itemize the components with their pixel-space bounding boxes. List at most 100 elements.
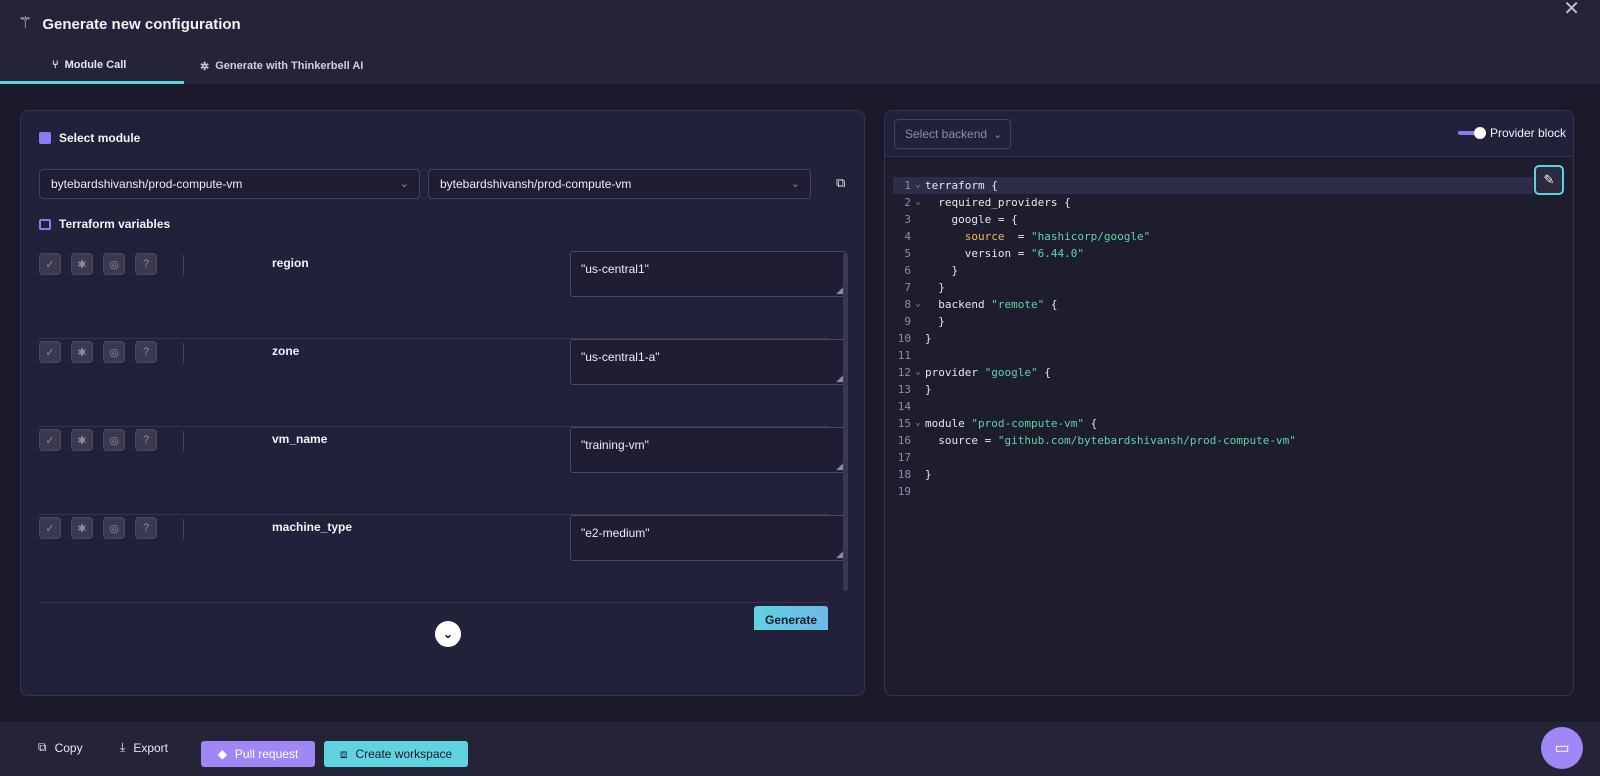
- code-line[interactable]: 19: [893, 483, 1533, 500]
- required-asterisk-icon[interactable]: ✱: [71, 517, 93, 539]
- required-asterisk-icon[interactable]: ✱: [71, 253, 93, 275]
- fingerprint-icon[interactable]: ◎: [103, 341, 125, 363]
- create-workspace-button[interactable]: ⧈ Create workspace: [324, 741, 468, 767]
- module-icon: ⑂: [52, 58, 59, 71]
- provider-block-toggle[interactable]: Provider block: [1457, 126, 1566, 140]
- variables-icon: [39, 218, 51, 230]
- fold-chevron-icon[interactable]: ⌄: [911, 194, 925, 211]
- module-select-name[interactable]: bytebardshivansh/prod-compute-vm ⌄: [428, 169, 811, 199]
- code-panel: Select backend ⌄ Provider block ✎ 1 ⌄ terr…: [884, 110, 1574, 696]
- pull-request-button[interactable]: ◆ Pull request: [201, 741, 315, 767]
- scroll-down-icon[interactable]: ⌄: [435, 621, 461, 647]
- generate-button[interactable]: Generate: [754, 606, 828, 630]
- toggle-switch[interactable]: [1457, 127, 1486, 139]
- required-asterisk-icon[interactable]: ✱: [71, 429, 93, 451]
- code-line[interactable]: 9 }: [893, 313, 1533, 330]
- code-line[interactable]: 4 source = "hashicorp/google": [893, 228, 1533, 245]
- header: ⚚ Generate new configuration ✕ ⑂ Module …: [0, 0, 1600, 84]
- tab-bar: ⑂ Module Call ✲ Generate with Thinkerbel…: [0, 48, 363, 84]
- code-line[interactable]: 12 ⌄ provider "google" {: [893, 364, 1533, 381]
- tab-thinkerbell-ai[interactable]: ✲ Generate with Thinkerbell AI: [184, 48, 363, 84]
- code-text: backend "remote" {: [925, 298, 1058, 311]
- divider: [183, 343, 184, 363]
- code-text: }: [925, 315, 945, 328]
- variable-value-input[interactable]: "us-central1" ◢: [570, 251, 846, 297]
- fingerprint-icon[interactable]: ◎: [103, 429, 125, 451]
- code-editor[interactable]: 1 ⌄ terraform {2 ⌄ required_providers {3 go…: [893, 177, 1533, 500]
- help-icon[interactable]: ?: [135, 429, 157, 451]
- help-icon[interactable]: ?: [135, 253, 157, 275]
- code-line[interactable]: 3 google = {: [893, 211, 1533, 228]
- variables-scrollbar[interactable]: [843, 253, 848, 591]
- fold-chevron-icon[interactable]: ⌄: [911, 364, 925, 381]
- code-text: required_providers {: [925, 196, 1071, 209]
- variable-value: "us-central1": [581, 262, 649, 276]
- fold-gutter: [911, 449, 925, 466]
- variable-value-input[interactable]: "e2-medium" ◢: [570, 515, 846, 561]
- code-text: terraform {: [925, 179, 998, 192]
- code-line[interactable]: 15 ⌄ module "prod-compute-vm" {: [893, 415, 1533, 432]
- variable-value: "e2-medium": [581, 526, 650, 540]
- line-number: 19: [897, 485, 911, 498]
- code-line[interactable]: 11: [893, 347, 1533, 364]
- resize-grip-icon[interactable]: ◢: [836, 373, 843, 384]
- module-select-namespace[interactable]: bytebardshivansh/prod-compute-vm ⌄: [39, 169, 420, 199]
- code-line[interactable]: 5 version = "6.44.0": [893, 245, 1533, 262]
- code-line[interactable]: 17: [893, 449, 1533, 466]
- fold-chevron-icon[interactable]: ⌄: [911, 296, 925, 313]
- resize-grip-icon[interactable]: ◢: [836, 461, 843, 472]
- code-line[interactable]: 14: [893, 398, 1533, 415]
- variables-list[interactable]: ✓ ✱ ◎ ? region "us-central1" ◢ ✓ ✱ ◎ ? z…: [39, 251, 849, 629]
- check-icon[interactable]: ✓: [39, 341, 61, 363]
- magic-wand-icon: ⚚: [18, 15, 33, 32]
- fold-gutter: [911, 432, 925, 449]
- code-line[interactable]: 7 }: [893, 279, 1533, 296]
- resize-grip-icon[interactable]: ◢: [836, 549, 843, 560]
- tab-module-call[interactable]: ⑂ Module Call: [0, 48, 184, 84]
- code-text: }: [925, 281, 945, 294]
- close-icon[interactable]: ✕: [1563, 0, 1580, 21]
- code-line[interactable]: 2 ⌄ required_providers {: [893, 194, 1533, 211]
- required-asterisk-icon[interactable]: ✱: [71, 341, 93, 363]
- fold-chevron-icon[interactable]: ⌄: [911, 177, 925, 194]
- resize-grip-icon[interactable]: ◢: [836, 285, 843, 296]
- code-line[interactable]: 16 source = "github.com/bytebardshivansh…: [893, 432, 1533, 449]
- fingerprint-icon[interactable]: ◎: [103, 517, 125, 539]
- code-line[interactable]: 1 ⌄ terraform {: [893, 177, 1533, 194]
- code-text: version = "6.44.0": [925, 247, 1084, 260]
- fingerprint-icon[interactable]: ◎: [103, 253, 125, 275]
- code-line[interactable]: 10}: [893, 330, 1533, 347]
- divider: [183, 255, 184, 275]
- download-icon: ⤓: [120, 740, 126, 754]
- code-line[interactable]: 8 ⌄ backend "remote" {: [893, 296, 1533, 313]
- variable-value-input[interactable]: "us-central1-a" ◢: [570, 339, 846, 385]
- fold-gutter: [911, 330, 925, 347]
- check-icon[interactable]: ✓: [39, 429, 61, 451]
- code-toolbar: Select backend ⌄ Provider block: [885, 111, 1573, 157]
- code-text: }: [925, 264, 959, 277]
- chat-icon[interactable]: ▭: [1541, 727, 1583, 769]
- line-number: 2: [904, 196, 911, 209]
- backend-select[interactable]: Select backend ⌄: [894, 119, 1011, 149]
- check-icon[interactable]: ✓: [39, 517, 61, 539]
- code-line[interactable]: 13}: [893, 381, 1533, 398]
- help-icon[interactable]: ?: [135, 517, 157, 539]
- code-text: }: [925, 332, 932, 345]
- export-button[interactable]: ⤓ Export: [120, 740, 168, 755]
- fold-chevron-icon[interactable]: ⌄: [911, 415, 925, 432]
- line-number: 7: [904, 281, 911, 294]
- select-module-heading: Select module: [39, 131, 140, 145]
- copy-icon: ⧉: [38, 740, 47, 754]
- variable-row-zone: ✓ ✱ ◎ ? zone "us-central1-a" ◢: [39, 339, 846, 427]
- fold-gutter: [911, 398, 925, 415]
- external-link-icon[interactable]: ⧉: [836, 175, 845, 191]
- variable-name: vm_name: [272, 432, 328, 446]
- check-icon[interactable]: ✓: [39, 253, 61, 275]
- variable-value-input[interactable]: "training-vm" ◢: [570, 427, 846, 473]
- copy-button[interactable]: ⧉ Copy: [38, 740, 83, 755]
- tab-label: Module Call: [64, 58, 127, 71]
- code-line[interactable]: 18}: [893, 466, 1533, 483]
- code-line[interactable]: 6 }: [893, 262, 1533, 279]
- help-icon[interactable]: ?: [135, 341, 157, 363]
- edit-icon[interactable]: ✎: [1534, 165, 1564, 195]
